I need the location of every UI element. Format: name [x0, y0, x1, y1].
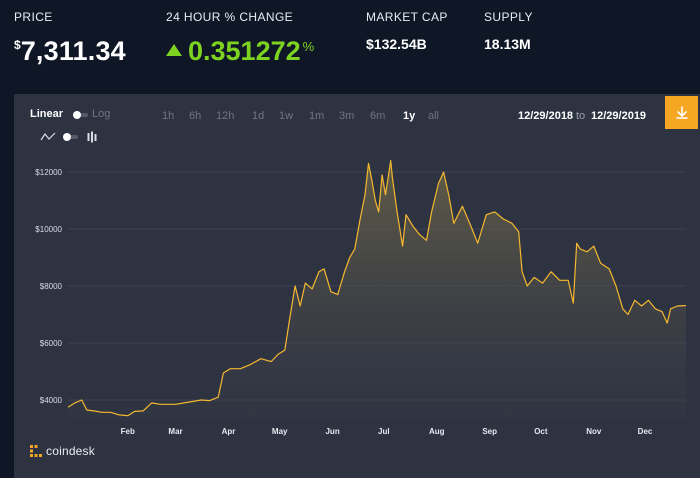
market-cap-label: MARKET CAP: [366, 10, 448, 24]
chart-panel: Linear Log 1h 6h 12h 1d 1w 1m 3m 6m 1y a…: [14, 94, 700, 478]
price-stat: PRICE $7,311.34: [14, 10, 126, 66]
y-tick-label: $4000: [40, 396, 63, 405]
series-layer: [67, 159, 687, 420]
price-value: $7,311.34: [14, 36, 126, 67]
supply-label: SUPPLY: [484, 10, 533, 24]
up-arrow-icon: [166, 44, 182, 56]
x-tick-label: Apr: [222, 427, 236, 436]
x-tick-label: Jun: [325, 427, 339, 436]
coindesk-logo: coindesk: [30, 444, 95, 458]
price-area: [68, 160, 686, 420]
x-tick-label: Sep: [482, 427, 497, 436]
brand-name: coindesk: [46, 444, 95, 458]
price-label: PRICE: [14, 10, 53, 24]
coindesk-mark-icon: [30, 445, 42, 457]
x-tick-label: Nov: [586, 427, 602, 436]
market-cap-value: $132.54B: [366, 36, 427, 52]
x-tick-label: Aug: [429, 427, 445, 436]
market-cap-stat: MARKET CAP $132.54B: [366, 10, 448, 52]
x-tick-label: May: [272, 427, 288, 436]
y-axis-labels: $4000 $6000 $8000 $10000 $12000: [35, 168, 62, 405]
y-tick-label: $6000: [40, 339, 63, 348]
change-label: 24 HOUR % CHANGE: [166, 10, 294, 24]
y-tick-label: $12000: [35, 168, 62, 177]
y-tick-label: $8000: [40, 282, 63, 291]
y-tick-label: $10000: [35, 225, 62, 234]
change-stat: 24 HOUR % CHANGE 0.351272%: [166, 10, 314, 66]
x-tick-label: Mar: [168, 427, 182, 436]
x-tick-label: Dec: [638, 427, 653, 436]
change-unit: %: [302, 39, 315, 54]
price-currency: $: [14, 38, 21, 52]
price-chart[interactable]: $4000 $6000 $8000 $10000 $12000 Feb Mar Apr May…: [14, 94, 700, 478]
supply-value: 18.13M: [484, 36, 531, 52]
change-number: 0.351272: [188, 36, 301, 66]
x-tick-label: Feb: [121, 427, 135, 436]
x-axis-labels: Feb Mar Apr May Jun Jul Aug Sep Oct Nov Dec: [121, 427, 653, 436]
supply-stat: SUPPLY 18.13M: [484, 10, 533, 52]
price-number: 7,311.34: [20, 36, 126, 66]
x-tick-label: Oct: [534, 427, 548, 436]
x-tick-label: Jul: [378, 427, 390, 436]
stats-bar: PRICE $7,311.34 24 HOUR % CHANGE 0.35127…: [0, 0, 700, 90]
change-value: 0.351272%: [166, 36, 314, 67]
